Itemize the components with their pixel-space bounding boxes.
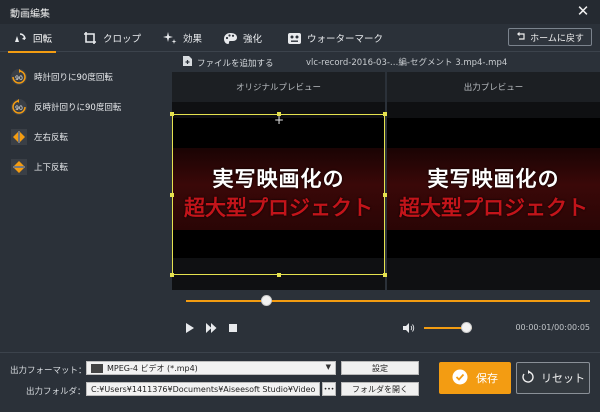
rotate-cw-90-icon: 90	[10, 68, 28, 86]
rotate-ccw-option[interactable]: 90 反時計回りに90度回転	[10, 97, 121, 117]
home-reset-icon	[516, 31, 526, 44]
original-preview-header: オリジナルプレビュー	[172, 72, 385, 102]
rotate-ccw-90-icon: 90	[10, 98, 28, 116]
output-format-select[interactable]: MPEG-4 ビデオ (*.mp4) ▼	[86, 361, 336, 375]
tab-effects[interactable]: 効果	[162, 24, 202, 52]
file-bar: ファイルを追加する vlc-record-2016-03-…編-セグメント 3.…	[172, 53, 600, 71]
open-folder-button[interactable]: フォルダを開く	[341, 382, 419, 396]
output-preview-header: 出力プレビュー	[387, 72, 600, 102]
volume-icon[interactable]	[402, 321, 416, 335]
sparkle-icon	[162, 30, 178, 46]
reset-button[interactable]: リセット	[516, 362, 590, 394]
player-controls: 00:00:01/00:00:05	[172, 314, 600, 342]
preview-area: オリジナルプレビュー 出力プレビュー 実写映画化の 超大型プロジェクト 実写映画…	[170, 72, 600, 290]
volume-knob[interactable]	[461, 322, 473, 333]
output-format-label: 出力フォーマット：	[10, 366, 87, 376]
close-icon[interactable]: ✕	[574, 2, 592, 20]
flip-horizontal-option[interactable]: 左右反転	[10, 127, 68, 147]
stop-icon[interactable]	[226, 321, 240, 335]
browse-button[interactable]: •••	[322, 382, 336, 396]
progress-knob[interactable]	[260, 295, 272, 306]
rotate-cw-label: 時計回りに90度回転	[34, 73, 113, 83]
tab-label: クロップ	[103, 34, 142, 45]
crop-handle[interactable]	[277, 273, 281, 277]
palette-icon	[222, 30, 238, 46]
fast-forward-icon[interactable]	[204, 321, 218, 335]
flip-vertical-option[interactable]: 上下反転	[10, 157, 68, 177]
add-file-icon	[182, 55, 193, 70]
add-file-button[interactable]: ファイルを追加する	[182, 55, 274, 70]
tab-bar: 回転 クロップ 効果 強化 ウォーターマーク ホームに戻す	[0, 24, 600, 53]
tab-enhance[interactable]: 強化	[222, 24, 262, 52]
add-file-label: ファイルを追加する	[197, 58, 274, 69]
flip-horizontal-icon	[10, 128, 28, 146]
tab-label: 強化	[243, 34, 263, 45]
caption-line-2: 超大型プロジェクト	[184, 195, 373, 220]
tab-label: 効果	[183, 34, 203, 45]
crop-handle[interactable]	[170, 273, 174, 277]
output-preview-video: 実写映画化の 超大型プロジェクト	[387, 118, 600, 258]
caption-line-1: 実写映画化の	[212, 166, 345, 191]
title-bar: 動画編集 ✕	[0, 0, 600, 24]
watermark-icon	[286, 30, 302, 46]
settings-button[interactable]: 設定	[341, 361, 419, 375]
save-label: 保存	[476, 372, 498, 385]
rotate-icon	[12, 30, 28, 46]
original-preview-video: 実写映画化の 超大型プロジェクト	[172, 118, 385, 258]
progress-track[interactable]	[186, 300, 590, 302]
tab-crop[interactable]: クロップ	[82, 24, 141, 52]
save-button[interactable]: 保存	[439, 362, 511, 394]
output-folder-field[interactable]: C:¥Users¥1411376¥Documents¥Aiseesoft Stu…	[86, 382, 320, 396]
flip-vertical-icon	[10, 158, 28, 176]
chevron-down-icon: ▼	[325, 363, 331, 371]
reset-icon	[521, 369, 535, 387]
file-name: vlc-record-2016-03-…編-セグメント 3.mp4-.mp4	[306, 58, 508, 68]
reset-label: リセット	[541, 372, 585, 385]
play-icon[interactable]	[182, 321, 196, 335]
flip-vertical-label: 上下反転	[34, 163, 69, 173]
crop-handle[interactable]	[277, 112, 281, 116]
time-display: 00:00:01/00:00:05	[515, 323, 590, 332]
caption-line-1: 実写映画化の	[427, 166, 560, 191]
svg-text:90: 90	[15, 75, 23, 82]
check-icon	[452, 369, 468, 388]
rotate-cw-option[interactable]: 90 時計回りに90度回転	[10, 67, 113, 87]
output-format-value: MPEG-4 ビデオ (*.mp4)	[107, 363, 198, 373]
home-button[interactable]: ホームに戻す	[508, 28, 592, 46]
tab-rotate[interactable]: 回転	[7, 24, 57, 53]
home-button-label: ホームに戻す	[530, 33, 584, 44]
crop-icon	[82, 30, 98, 46]
svg-text:90: 90	[15, 105, 23, 112]
tab-label: 回転	[33, 34, 53, 45]
mp4-format-icon	[91, 363, 103, 373]
window-title: 動画編集	[10, 9, 50, 20]
rotate-ccw-label: 反時計回りに90度回転	[34, 103, 122, 113]
rotate-options-panel: 90 時計回りに90度回転 90 反時計回りに90度回転 左右反転 上下反転	[0, 53, 170, 345]
crop-handle[interactable]	[170, 112, 174, 116]
tab-label: ウォーターマーク	[307, 34, 384, 45]
output-folder-label: 出力フォルダ：	[26, 387, 86, 397]
flip-horizontal-label: 左右反転	[34, 133, 69, 143]
progress-row	[172, 290, 600, 312]
tab-watermark[interactable]: ウォーターマーク	[286, 24, 383, 52]
caption-line-2: 超大型プロジェクト	[399, 195, 588, 220]
